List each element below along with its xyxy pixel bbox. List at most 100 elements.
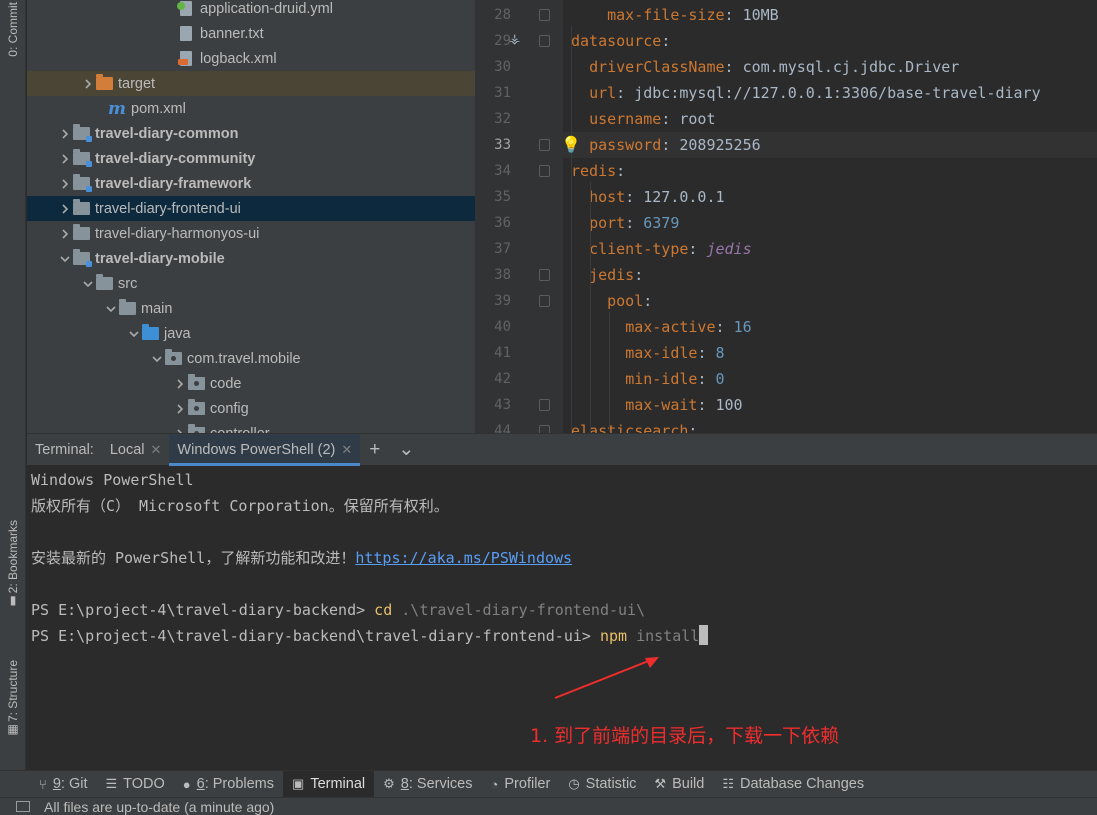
code-line[interactable]: password: 208925256	[563, 132, 1097, 158]
fold-marker-icon[interactable]	[539, 399, 550, 411]
line-number[interactable]: 28	[475, 2, 511, 28]
yaml-key: url	[589, 84, 617, 102]
tree-item[interactable]: banner.txt	[27, 21, 475, 46]
commit-tool-tab[interactable]: 0: Commit	[0, 2, 26, 57]
tree-item[interactable]: config	[27, 396, 475, 421]
tool-window-button[interactable]: ⚒ Build	[645, 771, 713, 798]
close-icon[interactable]: ✕	[341, 442, 352, 458]
powershell-link[interactable]: https://aka.ms/PSWindows	[355, 549, 572, 567]
code-line[interactable]: driverClassName: com.mysql.cj.jdbc.Drive…	[571, 54, 1097, 80]
tree-item[interactable]: src	[27, 271, 475, 296]
chevron-right-icon[interactable]	[58, 128, 72, 139]
chevron-right-icon[interactable]	[58, 153, 72, 164]
line-number[interactable]: 30	[475, 54, 511, 80]
line-number[interactable]: 39	[475, 288, 511, 314]
tree-item[interactable]: main	[27, 296, 475, 321]
tree-item[interactable]: travel-diary-framework	[27, 171, 475, 196]
chevron-right-icon[interactable]	[58, 228, 72, 239]
code-line[interactable]: url: jdbc:mysql://127.0.0.1:3306/base-tr…	[571, 80, 1097, 106]
tree-item[interactable]: travel-diary-harmonyos-ui	[27, 221, 475, 246]
tree-item[interactable]: target	[27, 71, 475, 96]
line-number[interactable]: 34	[475, 158, 511, 184]
bookmarks-tool-tab[interactable]: 2: Bookmarks ▮	[0, 520, 26, 607]
code-line[interactable]: elasticsearch:	[571, 418, 1097, 433]
datasource-icon[interactable]: ⚶	[509, 32, 520, 47]
tree-item[interactable]: m pom.xml	[27, 96, 475, 121]
structure-tool-tab[interactable]: 7: Structure ▦	[0, 660, 26, 736]
chevron-right-icon[interactable]	[173, 378, 187, 389]
tree-item[interactable]: code	[27, 371, 475, 396]
line-number[interactable]: 35	[475, 184, 511, 210]
tab-windows-powershell[interactable]: Windows PowerShell (2) ✕	[169, 433, 361, 466]
code-line[interactable]: redis:	[571, 158, 1097, 184]
code-line[interactable]: max-wait: 100	[571, 392, 1097, 418]
tool-window-button[interactable]: ⚙ 8: Services	[374, 771, 481, 798]
code-line[interactable]: max-active: 16	[571, 314, 1097, 340]
code-line[interactable]: client-type: jedis	[571, 236, 1097, 262]
line-number[interactable]: 33	[475, 132, 511, 158]
code-line[interactable]: min-idle: 0	[571, 366, 1097, 392]
tree-item[interactable]: travel-diary-mobile	[27, 246, 475, 271]
chevron-right-icon[interactable]	[58, 178, 72, 189]
tool-window-button[interactable]: ☷ Database Changes	[713, 771, 873, 798]
code-line[interactable]: max-file-size: 10MB	[571, 2, 1097, 28]
fold-marker-icon[interactable]	[539, 139, 550, 151]
code-line[interactable]: jedis:	[571, 262, 1097, 288]
tree-item[interactable]: application-druid.yml	[27, 0, 475, 21]
tree-item[interactable]: logback.xml	[27, 46, 475, 71]
tab-local[interactable]: Local ✕	[102, 434, 170, 466]
chevron-down-icon[interactable]: ⌄	[389, 438, 423, 461]
tool-window-button[interactable]: ⑂ 9: Git	[30, 771, 96, 798]
line-number[interactable]: 38	[475, 262, 511, 288]
line-number[interactable]: 43	[475, 392, 511, 418]
tool-window-button[interactable]: ● 6: Problems	[174, 771, 283, 798]
yaml-key: min-idle	[625, 370, 698, 388]
fold-marker-icon[interactable]	[539, 35, 550, 47]
tool-window-button[interactable]: ◷ Statistic	[559, 771, 645, 798]
chevron-down-icon[interactable]	[150, 354, 164, 364]
code-line[interactable]: pool:	[571, 288, 1097, 314]
tool-windows-toggle-icon[interactable]	[16, 801, 30, 812]
fold-marker-icon[interactable]	[539, 165, 550, 177]
code-line[interactable]: port: 6379	[571, 210, 1097, 236]
code-line[interactable]: username: root	[571, 106, 1097, 132]
tree-item[interactable]: com.travel.mobile	[27, 346, 475, 371]
tree-item[interactable]: controller	[27, 421, 475, 433]
code-line[interactable]: host: 127.0.0.1	[571, 184, 1097, 210]
fold-marker-icon[interactable]	[539, 9, 550, 21]
chevron-down-icon[interactable]	[127, 329, 141, 339]
chevron-down-icon[interactable]	[81, 279, 95, 289]
line-number[interactable]: 40	[475, 314, 511, 340]
new-tab-button[interactable]: +	[360, 439, 389, 461]
line-number[interactable]: 42	[475, 366, 511, 392]
fold-marker-icon[interactable]	[539, 425, 550, 433]
editor-gutter: 28 29 30 31 32 33 34 35 36 37 38 39 40 41 42 43 44	[475, 0, 563, 433]
line-number[interactable]: 41	[475, 340, 511, 366]
fold-marker-icon[interactable]	[539, 269, 550, 281]
line-number[interactable]: 37	[475, 236, 511, 262]
chevron-down-icon[interactable]	[58, 254, 72, 264]
line-number[interactable]: 36	[475, 210, 511, 236]
chevron-right-icon[interactable]	[58, 203, 72, 214]
code-line[interactable]: max-idle: 8	[571, 340, 1097, 366]
fold-marker-icon[interactable]	[539, 295, 550, 307]
line-number[interactable]: 44	[475, 418, 511, 433]
terminal-output[interactable]: Windows PowerShell 版权所有（C） Microsoft Cor…	[31, 467, 1091, 649]
lightbulb-icon[interactable]: 💡	[561, 135, 581, 154]
tree-item[interactable]: java	[27, 321, 475, 346]
line-number[interactable]: 32	[475, 106, 511, 132]
code-line[interactable]: datasource:	[571, 28, 1097, 54]
close-icon[interactable]: ✕	[151, 442, 162, 458]
tool-window-button[interactable]: ☰ TODO	[96, 771, 173, 798]
chevron-down-icon[interactable]	[104, 304, 118, 314]
tool-window-button[interactable]: ▣ Terminal	[283, 770, 375, 798]
tree-item[interactable]: travel-diary-common	[27, 121, 475, 146]
tree-item[interactable]: travel-diary-community	[27, 146, 475, 171]
line-number[interactable]: 29	[475, 28, 511, 54]
tool-window-button[interactable]: ◔ Profiler	[482, 771, 560, 798]
tree-item[interactable]: travel-diary-frontend-ui	[27, 196, 475, 221]
line-number[interactable]: 31	[475, 80, 511, 106]
code-editor[interactable]: 28 29 30 31 32 33 34 35 36 37 38 39 40 41 42 43 44 max-f…	[475, 0, 1097, 433]
chevron-right-icon[interactable]	[81, 78, 95, 89]
chevron-right-icon[interactable]	[173, 403, 187, 414]
